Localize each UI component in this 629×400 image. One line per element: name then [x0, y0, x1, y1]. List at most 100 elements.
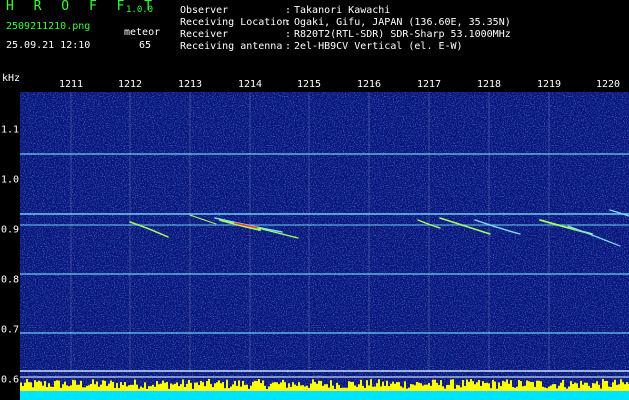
antenna-label: Receiving antenna — [180, 41, 283, 52]
signal-bar — [326, 384, 328, 391]
signal-bar — [154, 386, 156, 391]
signal-bar — [516, 386, 518, 391]
meteor-count: 65 — [139, 40, 152, 51]
signal-bar — [622, 382, 624, 391]
signal-bar — [376, 383, 378, 391]
signal-bar — [534, 387, 536, 391]
signal-bar — [446, 384, 448, 391]
signal-bar — [314, 381, 316, 391]
signal-bar — [434, 379, 436, 391]
signal-bar — [26, 379, 28, 391]
signal-bar — [378, 379, 380, 391]
signal-bar — [98, 386, 100, 391]
signal-bar — [412, 384, 414, 391]
signal-bar — [610, 387, 612, 391]
signal-bar — [596, 381, 598, 391]
signal-bar — [112, 381, 114, 391]
signal-bar — [106, 385, 108, 391]
signal-bar — [464, 386, 466, 391]
signal-bar — [466, 379, 468, 391]
signal-bar — [498, 382, 500, 391]
signal-bar — [116, 383, 118, 391]
signal-bar — [370, 379, 372, 391]
signal-bar — [306, 385, 308, 391]
signal-bar — [422, 385, 424, 391]
signal-bar — [582, 384, 584, 391]
signal-bar — [354, 385, 356, 391]
signal-bar — [428, 383, 430, 391]
signal-bar — [110, 380, 112, 391]
app-version: 1.0.0 — [126, 5, 154, 15]
signal-bar — [476, 382, 478, 391]
signal-bar — [194, 382, 196, 391]
signal-bar — [162, 380, 164, 391]
signal-bar — [188, 379, 190, 391]
signal-bar — [608, 386, 610, 391]
signal-bar — [556, 388, 558, 391]
signal-bar — [560, 382, 562, 391]
signal-bar — [450, 379, 452, 391]
signal-bar — [612, 382, 614, 391]
signal-bar — [458, 385, 460, 391]
signal-bar — [90, 383, 92, 391]
signal-bar — [124, 382, 126, 391]
signal-bar — [318, 380, 320, 391]
signal-bar — [416, 382, 418, 391]
time-tick-1214: 1214 — [237, 79, 263, 90]
signal-bar — [290, 386, 292, 391]
signal-bar — [626, 382, 628, 391]
time-tick-1220: 1220 — [595, 79, 621, 90]
signal-bar — [236, 385, 238, 391]
signal-bar — [242, 380, 244, 391]
signal-bar — [100, 384, 102, 391]
signal-bar — [594, 383, 596, 391]
signal-bar — [348, 381, 350, 391]
signal-bar — [410, 384, 412, 391]
signal-bar — [384, 385, 386, 391]
signal-bar — [398, 382, 400, 391]
receiver-label: Receiver — [180, 29, 229, 40]
receiver-colon: : — [285, 29, 292, 40]
signal-bar — [24, 382, 26, 391]
signal-bar — [346, 387, 348, 391]
signal-bar — [212, 387, 214, 391]
signal-bar — [568, 386, 570, 391]
signal-bar — [308, 387, 310, 391]
signal-bar — [94, 384, 96, 391]
signal-bar — [598, 384, 600, 391]
signal-bar — [328, 387, 330, 391]
signal-bar — [558, 385, 560, 391]
signal-bar — [344, 387, 346, 391]
freq-tick-0-6: 0.6 — [1, 374, 20, 386]
signal-bar — [554, 384, 556, 391]
signal-bar — [80, 380, 82, 391]
signal-bar — [64, 381, 66, 391]
signal-bar — [128, 385, 130, 391]
signal-bar — [170, 383, 172, 391]
frequency-axis: 1.1 1.0 0.9 0.8 0.7 0.6 — [0, 92, 20, 400]
signal-bar — [252, 381, 254, 391]
signal-bar — [394, 383, 396, 391]
signal-bar — [366, 380, 368, 391]
signal-bar — [224, 388, 226, 391]
signal-bar — [136, 384, 138, 391]
signal-bar — [402, 387, 404, 391]
signal-bar — [52, 386, 54, 391]
signal-bar — [298, 382, 300, 391]
header-panel: H R O F F T 1.0.0 2509211210.png 25.09.2… — [0, 0, 629, 80]
signal-bar — [186, 383, 188, 391]
signal-bar — [460, 387, 462, 391]
signal-base-band — [20, 391, 629, 400]
noise-texture — [20, 92, 629, 400]
spectrogram-waterfall[interactable] — [20, 92, 629, 400]
signal-bar — [386, 380, 388, 391]
signal-bar — [32, 387, 34, 391]
signal-bar — [526, 380, 528, 391]
signal-bar — [508, 383, 510, 391]
signal-bar — [512, 386, 514, 391]
signal-bar — [126, 386, 128, 391]
signal-bar — [606, 381, 608, 391]
signal-bar — [208, 379, 210, 391]
signal-bar — [578, 387, 580, 391]
signal-bar — [470, 379, 472, 391]
